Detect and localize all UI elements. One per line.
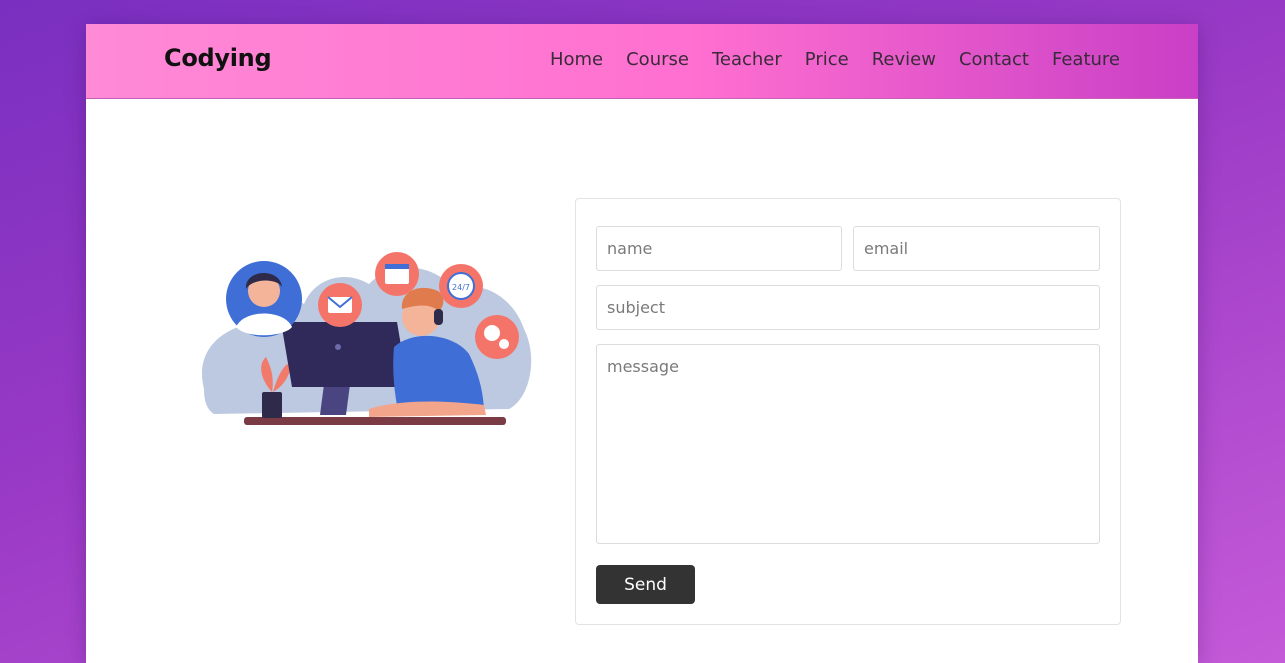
name-input[interactable]	[596, 226, 842, 271]
monitor-webcam	[335, 344, 341, 350]
contact-illustration: 24/7	[202, 252, 532, 425]
page-container: Codying Home Course Teacher Price Review…	[86, 24, 1198, 663]
nav-link-home[interactable]: Home	[550, 49, 603, 70]
nav-link-course[interactable]: Course	[626, 49, 689, 70]
nav-link-price[interactable]: Price	[805, 49, 849, 70]
gear-icon	[484, 325, 500, 341]
monitor-screen	[281, 322, 408, 387]
plant-pot	[262, 392, 282, 418]
site-logo[interactable]: Codying	[164, 44, 272, 72]
site-header: Codying Home Course Teacher Price Review…	[86, 24, 1198, 99]
clock-24-7-label: 24/7	[452, 283, 470, 292]
nav-link-teacher[interactable]: Teacher	[712, 49, 782, 70]
message-textarea[interactable]	[596, 344, 1100, 544]
main-nav: Home Course Teacher Price Review Contact…	[550, 49, 1120, 70]
nav-link-review[interactable]: Review	[872, 49, 936, 70]
nav-link-feature[interactable]: Feature	[1052, 49, 1120, 70]
subject-input[interactable]	[596, 285, 1100, 330]
nav-link-contact[interactable]: Contact	[959, 49, 1029, 70]
headset	[434, 309, 443, 325]
send-button[interactable]: Send	[596, 565, 695, 604]
contact-form: Send	[575, 198, 1121, 625]
desk	[244, 417, 506, 425]
email-input[interactable]	[853, 226, 1100, 271]
